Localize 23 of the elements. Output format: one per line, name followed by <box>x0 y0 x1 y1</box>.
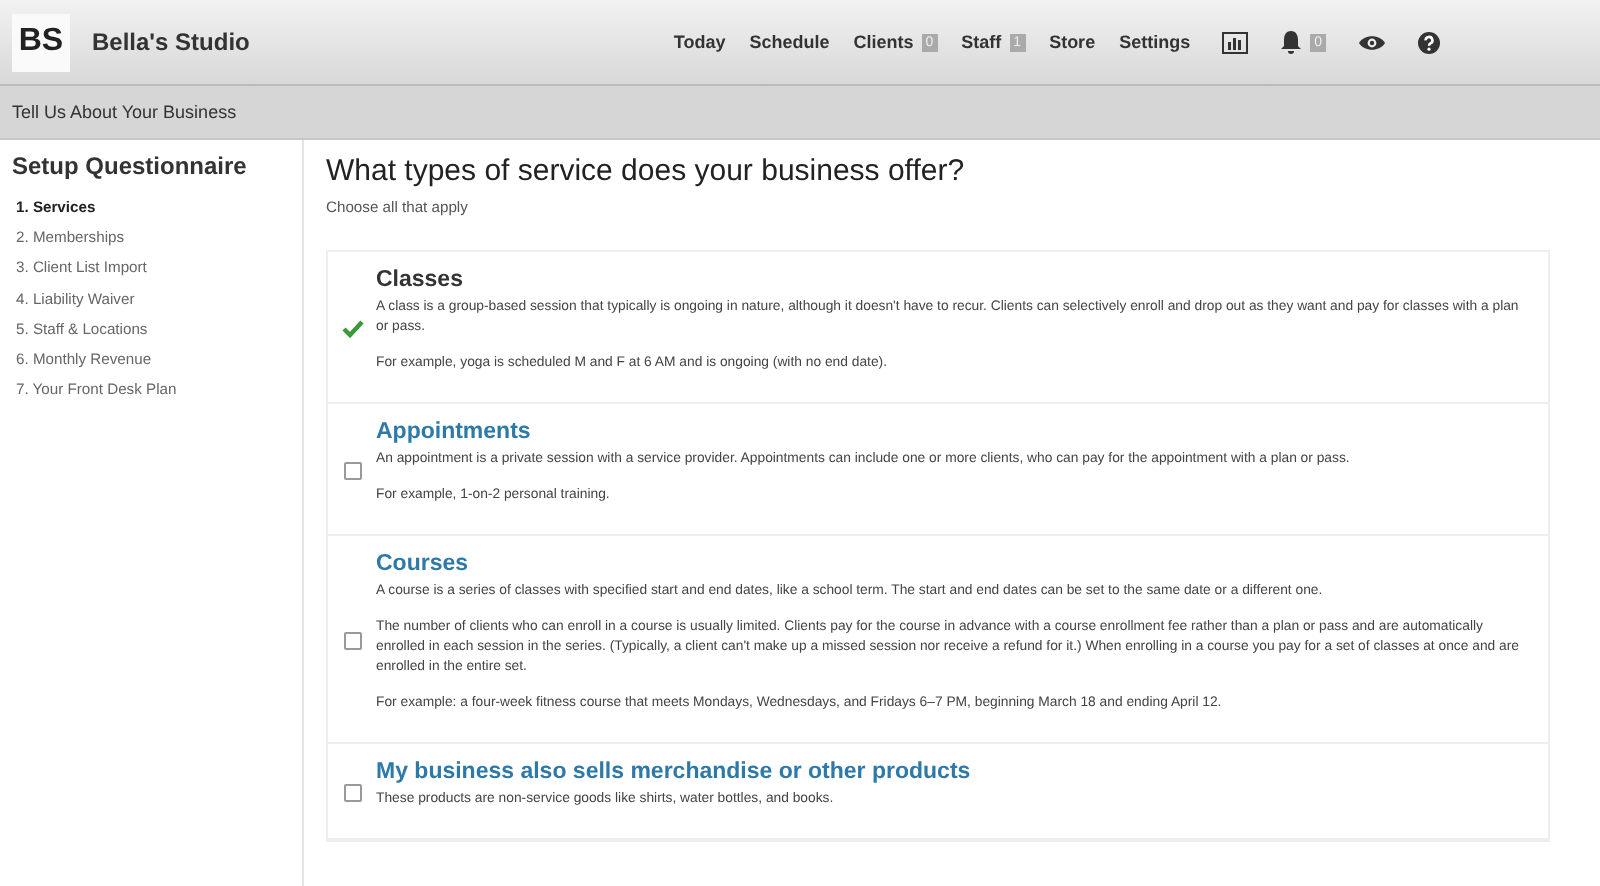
logo[interactable]: BS <box>12 13 70 71</box>
nav-link[interactable]: Today <box>673 32 726 52</box>
option-title[interactable]: Courses <box>376 552 1524 576</box>
nav-link[interactable]: Clients <box>853 32 914 52</box>
checkbox[interactable] <box>343 784 361 802</box>
option-title[interactable]: Appointments <box>376 420 1524 444</box>
eye-icon[interactable] <box>1358 33 1386 51</box>
nav-link[interactable]: Schedule <box>749 32 830 52</box>
option-title[interactable]: My business also sells merchandise or other products <box>376 760 1524 784</box>
page-heading: Tell Us About Your Business <box>12 102 237 122</box>
option-title[interactable]: Classes <box>376 268 1524 292</box>
nav-link[interactable]: Store <box>1049 32 1096 52</box>
nav-link[interactable]: Settings <box>1119 32 1191 52</box>
studio-name: Bella's Studio <box>92 28 250 56</box>
checkmark-icon[interactable] <box>341 320 363 338</box>
question-title: What types of service does your business offer? <box>326 154 967 188</box>
checkbox[interactable] <box>343 462 361 480</box>
checkbox[interactable] <box>343 632 361 650</box>
help-icon[interactable] <box>1418 31 1440 53</box>
sidebar-title: Setup Questionnaire <box>12 152 249 180</box>
nav-link[interactable]: Staff <box>961 32 1002 52</box>
bell-icon[interactable] <box>1280 30 1303 54</box>
bar-chart-icon[interactable] <box>1222 31 1249 53</box>
